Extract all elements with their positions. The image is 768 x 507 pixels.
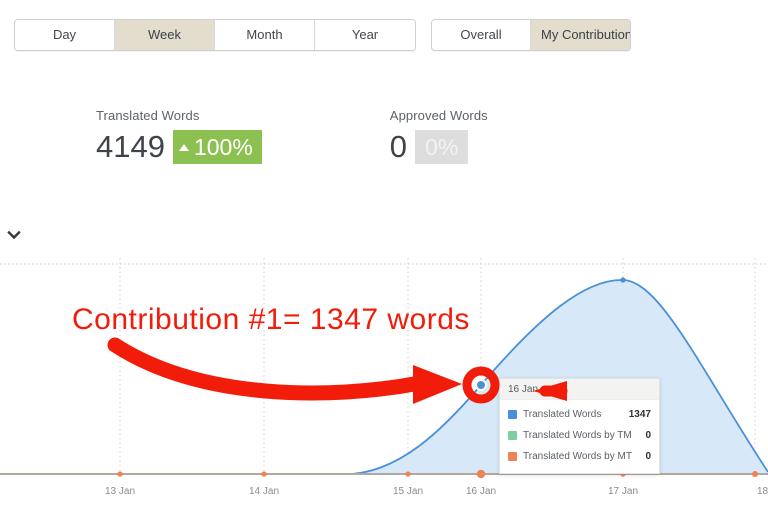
stat-translated-row: 4149 100%: [96, 130, 262, 164]
tooltip-row: Translated Words by TM 0: [508, 425, 651, 446]
tab-my-contribution[interactable]: My Contribution: [531, 20, 630, 50]
tooltip-row-label: Translated Words: [523, 409, 602, 420]
x-tick-label: 14 Jan: [249, 486, 279, 497]
annotation-text: Contribution #1= 1347 words: [72, 303, 470, 336]
x-tick-label: 16 Jan: [466, 486, 496, 497]
chevron-down-icon[interactable]: [5, 226, 23, 244]
x-tick-label: 13 Jan: [105, 486, 135, 497]
legend-swatch-translated-words: [508, 410, 517, 419]
stat-approved-label: Approved Words: [389, 108, 488, 123]
tooltip-date: 16 Jan: [500, 379, 659, 400]
stat-translated-badge: 100%: [172, 130, 262, 164]
legend-swatch-translated-words-mt: [508, 452, 517, 461]
tab-day[interactable]: Day: [15, 20, 115, 50]
tooltip-row-label: Translated Words by MT: [523, 451, 632, 462]
legend-swatch-translated-words-tm: [508, 431, 517, 440]
tooltip-row: Translated Words 1347: [508, 404, 651, 425]
tooltip-row: Translated Words by MT 0: [508, 446, 651, 467]
tooltip-row-value: 1347: [628, 409, 651, 420]
tooltip-rows: Translated Words 1347 Translated Words b…: [500, 400, 659, 473]
tab-month[interactable]: Month: [215, 20, 315, 50]
period-tab-group: Day Week Month Year: [14, 19, 416, 51]
tab-year[interactable]: Year: [315, 20, 415, 50]
stat-translated-badge-text: 100%: [193, 134, 253, 160]
stat-approved-row: 0 0%: [390, 130, 488, 164]
stat-translated-words: Translated Words 4149 100%: [96, 108, 262, 164]
x-tick-label: 18 Ja: [757, 486, 768, 497]
tooltip-row-value: 0: [645, 451, 651, 462]
caret-up-icon: [178, 143, 189, 151]
chart-point-highlighted[interactable]: [475, 379, 487, 391]
stat-approved-badge-text: 0%: [425, 134, 459, 160]
stat-translated-label: Translated Words: [96, 108, 200, 123]
tooltip-row-value: 0: [645, 430, 651, 441]
tab-overall[interactable]: Overall: [432, 20, 531, 50]
stats-summary: Translated Words 4149 100% Approved Word…: [96, 108, 488, 164]
stat-approved-badge: 0%: [415, 130, 469, 164]
chart-point-peak[interactable]: [620, 277, 626, 283]
stat-approved-value: 0: [389, 129, 408, 164]
x-tick-label: 17 Jan: [608, 486, 638, 497]
tab-week[interactable]: Week: [115, 20, 215, 50]
stat-translated-value: 4149: [96, 129, 165, 164]
chart-tooltip: 16 Jan Translated Words 1347 Translated …: [499, 378, 660, 474]
stat-approved-words: Approved Words 0 0%: [390, 108, 488, 164]
tooltip-row-label: Translated Words by TM: [523, 430, 632, 441]
x-axis-labels: 13 Jan 14 Jan 15 Jan 16 Jan 17 Jan 18 Ja: [105, 486, 768, 497]
toolbar-tabs: Day Week Month Year Overall My Contribut…: [14, 19, 631, 51]
x-tick-label: 15 Jan: [393, 486, 423, 497]
scope-tab-group: Overall My Contribution: [431, 19, 631, 51]
